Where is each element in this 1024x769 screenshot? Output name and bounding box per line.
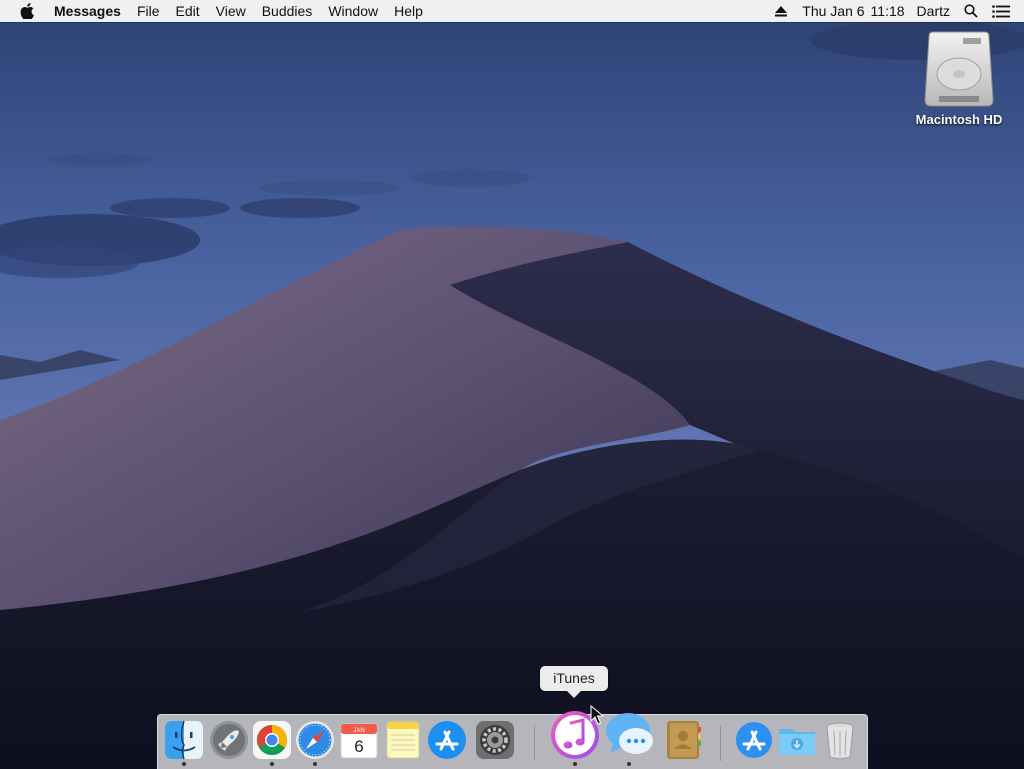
notes-icon [386, 721, 420, 759]
messages-dock-item[interactable] [604, 709, 656, 761]
menu-buddies[interactable]: Buddies [254, 0, 321, 22]
system-preferences-icon [476, 721, 514, 759]
contacts-icon [667, 721, 701, 759]
menu-bar: Messages File Edit View Buddies Window H… [0, 0, 1024, 22]
contacts-dock-item[interactable] [662, 719, 704, 761]
calendar-icon: JAN 6 [340, 723, 378, 759]
menu-app-name[interactable]: Messages [44, 0, 129, 22]
dock-separator-2 [720, 725, 721, 761]
menu-help[interactable]: Help [386, 0, 431, 22]
system-preferences-dock-item[interactable] [474, 719, 516, 761]
menu-view[interactable]: View [208, 0, 254, 22]
safari-icon [296, 721, 334, 759]
safari-dock-item[interactable] [294, 719, 336, 761]
dock-tooltip: iTunes [540, 666, 608, 698]
chrome-icon [253, 721, 291, 759]
trash-icon [826, 722, 854, 759]
launchpad-icon [210, 721, 248, 759]
trash-dock-item[interactable] [819, 719, 861, 761]
applications-folder-dock-item[interactable] [733, 719, 775, 761]
launchpad-dock-item[interactable] [208, 719, 250, 761]
chrome-dock-item[interactable] [251, 719, 293, 761]
menu-file[interactable]: File [129, 0, 168, 22]
messages-running-indicator [627, 762, 631, 766]
itunes-running-indicator [573, 762, 577, 766]
desktop-wallpaper [0, 0, 1024, 768]
notification-center-icon[interactable] [986, 0, 1016, 22]
applications-folder-icon [736, 722, 772, 758]
dock: JAN 6 [157, 711, 868, 769]
downloads-folder-icon [779, 729, 815, 755]
macintosh-hd-desktop-icon[interactable]: Macintosh HD [906, 30, 1012, 127]
app-store-icon [428, 721, 466, 759]
calendar-dock-item[interactable]: JAN 6 [338, 719, 380, 761]
apple-menu-icon[interactable] [16, 3, 38, 19]
eject-icon[interactable] [766, 0, 796, 22]
finder-icon [165, 720, 203, 760]
calendar-day-label: 6 [354, 737, 363, 756]
menu-clock-date[interactable]: Thu Jan 6 [796, 0, 870, 22]
notes-dock-item[interactable] [382, 719, 424, 761]
menu-clock-time[interactable]: 11:18 [871, 0, 911, 22]
app-store-dock-item[interactable] [426, 719, 468, 761]
menu-user-name[interactable]: Dartz [911, 0, 956, 22]
mouse-cursor-icon [590, 705, 604, 725]
messages-icon [606, 713, 653, 754]
menu-edit[interactable]: Edit [168, 0, 208, 22]
finder-running-indicator [182, 762, 186, 766]
calendar-month-label: JAN [353, 728, 364, 734]
safari-running-indicator [313, 762, 317, 766]
downloads-folder-dock-item[interactable] [776, 719, 818, 761]
menu-window[interactable]: Window [320, 0, 386, 22]
hard-drive-icon [924, 31, 994, 107]
macintosh-hd-label: Macintosh HD [915, 112, 1003, 127]
spotlight-search-icon[interactable] [956, 0, 986, 22]
chrome-running-indicator [270, 762, 274, 766]
finder-dock-item[interactable] [163, 719, 205, 761]
dock-separator [534, 725, 535, 761]
